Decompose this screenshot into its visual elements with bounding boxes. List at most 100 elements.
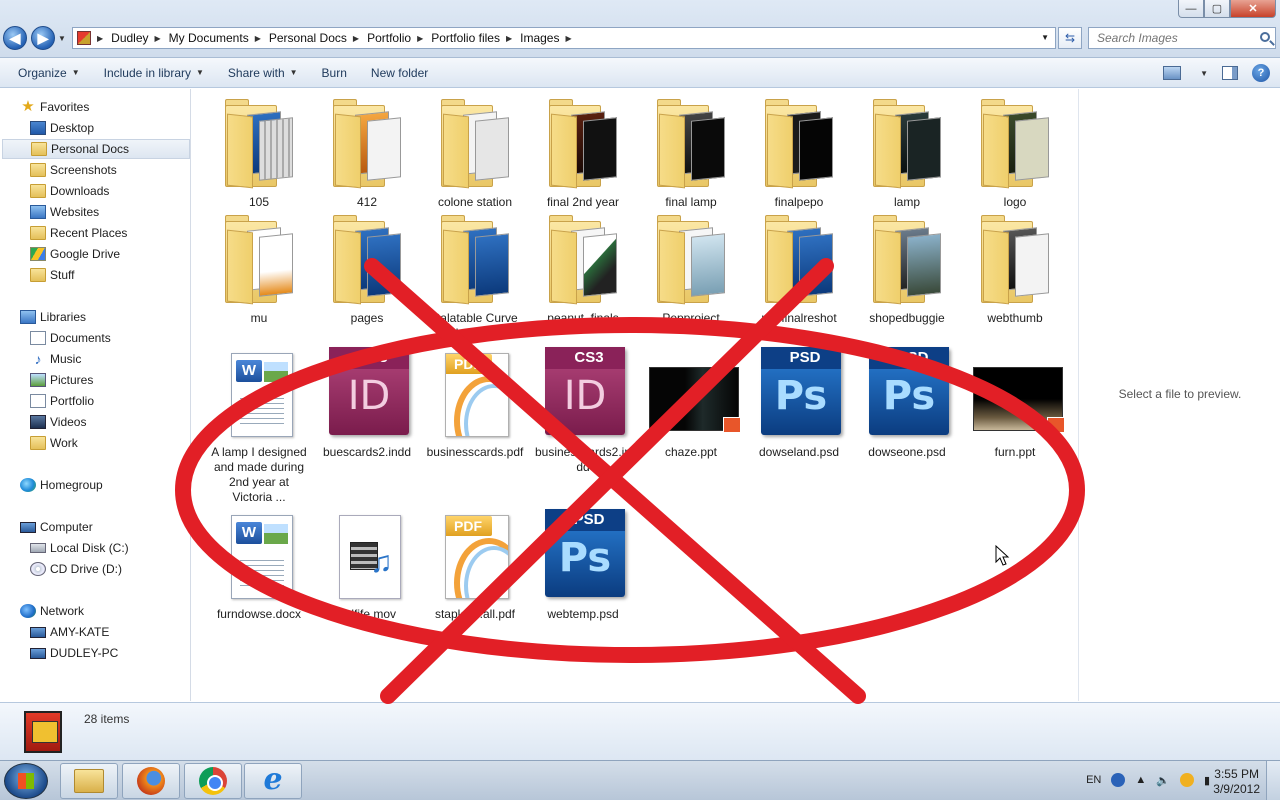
address-dropdown-icon[interactable]: ▼ [1041,33,1049,42]
forward-button[interactable]: ▶ [31,26,55,50]
breadcrumb-portfolio[interactable]: Portfolio ▶ [367,31,431,45]
language-indicator[interactable]: EN [1086,774,1101,786]
file-item[interactable]: PSD Ps webtemp.psd [533,507,633,622]
homegroup-header[interactable]: Homegroup [0,475,190,495]
refresh-button[interactable]: ⇆ [1058,27,1082,49]
folder-item[interactable]: finalpepo [749,95,849,210]
sidebar-item-desktop[interactable]: Desktop [0,118,190,138]
clock[interactable]: 3:55 PM 3/9/2012 [1213,767,1260,797]
maximize-button[interactable]: ▢ [1204,0,1230,18]
recent-pages-dropdown[interactable]: ▼ [58,34,66,43]
network-computer-icon [30,626,46,638]
app-tray-icon[interactable] [1179,773,1194,787]
folder-item[interactable]: 105 [209,95,309,210]
folder-item[interactable]: lamp [857,95,957,210]
folder-item[interactable]: peanut_finals [533,211,633,326]
sidebar-item-pictures[interactable]: Pictures [0,370,190,390]
folder-item[interactable]: final 2nd year [533,95,633,210]
chevron-right-icon[interactable]: ▶ [506,34,512,43]
chevron-right-icon[interactable]: ▶ [565,34,571,43]
tray-overflow-icon[interactable]: ▲ [1135,774,1146,786]
file-item[interactable]: CS3 ID businesscards2.indd [533,345,633,475]
chevron-right-icon[interactable]: ▶ [97,34,103,43]
folder-item[interactable]: mu [209,211,309,326]
search-input[interactable] [1097,31,1247,45]
file-item[interactable]: PDF staples...all.pdf [425,507,525,622]
file-item[interactable]: furn.ppt [965,345,1065,460]
folder-item[interactable]: p... finalreshot [749,211,849,326]
folder-item[interactable]: shopedbuggie [857,211,957,326]
file-item[interactable]: PSD Ps dowseland.psd [749,345,849,460]
folder-item[interactable]: colone station [425,95,525,210]
preview-pane-icon[interactable] [1222,66,1238,80]
sidebar-item-videos[interactable]: Videos [0,412,190,432]
file-item[interactable]: ♫ halfife.mov [317,507,417,622]
file-item[interactable]: PDF businesscards.pdf [425,345,525,460]
file-item[interactable]: CS3 ID buescards2.indd [317,345,417,460]
folder-item[interactable]: webthumb [965,211,1065,326]
show-desktop-button[interactable] [1266,761,1280,800]
file-item[interactable]: W furndowse.docx [209,507,309,622]
folder-item[interactable]: Pepproject [641,211,741,326]
taskbar-firefox-button[interactable] [122,763,180,799]
signal-bars-icon[interactable]: ▮ [1204,774,1210,787]
breadcrumb-portfolio-files[interactable]: Portfolio files ▶ [431,31,520,45]
sidebar-item-recent-places[interactable]: Recent Places [0,223,190,243]
taskbar-ie-button[interactable]: e [244,763,302,799]
folder-item[interactable]: 412 [317,95,417,210]
sidebar-item-work[interactable]: Work [0,433,190,453]
sidebar-item-downloads[interactable]: Downloads [0,181,190,201]
file-item[interactable]: chaze.ppt [641,345,741,460]
breadcrumb-personal-docs[interactable]: Personal Docs ▶ [269,31,367,45]
sidebar-item-personal-docs[interactable]: Personal Docs [2,139,190,159]
start-button[interactable] [4,763,48,799]
sidebar-item-cd-drive[interactable]: CD Drive (D:) [0,559,190,579]
chevron-right-icon[interactable]: ▶ [155,34,161,43]
include-in-library-menu[interactable]: Include in library ▼ [92,66,216,80]
breadcrumb-images[interactable]: Images ▶ [520,31,580,45]
chevron-right-icon[interactable]: ▶ [353,34,359,43]
sidebar-item-documents[interactable]: Documents [0,328,190,348]
sidebar-item-local-disk[interactable]: Local Disk (C:) [0,538,190,558]
sidebar-item-stuff[interactable]: Stuff [0,265,190,285]
folder-item[interactable]: Palatable Curve Images [425,211,525,341]
view-options-dropdown-icon[interactable]: ▼ [1200,69,1208,78]
file-item[interactable]: PSD Ps dowseone.psd [857,345,957,460]
sidebar-item-amy-kate[interactable]: AMY-KATE [0,622,190,642]
search-icon[interactable] [1260,32,1270,42]
address-bar[interactable]: ▶ Dudley ▶ My Documents ▶ Personal Docs ▶ P… [72,27,1056,49]
new-folder-button[interactable]: New folder [359,66,440,80]
sidebar-item-screenshots[interactable]: Screenshots [0,160,190,180]
help-icon[interactable]: ? [1252,64,1270,82]
libraries-header[interactable]: Libraries [0,307,190,327]
burn-button[interactable]: Burn [310,66,359,80]
folder-item[interactable]: logo [965,95,1065,210]
sidebar-item-websites[interactable]: Websites [0,202,190,222]
network-header[interactable]: Network [0,601,190,621]
sidebar-item-music[interactable]: ♪ Music [0,349,190,369]
chevron-right-icon[interactable]: ▶ [255,34,261,43]
folder-icon [30,163,46,177]
help-tray-icon[interactable] [1111,773,1126,787]
computer-header[interactable]: Computer [0,517,190,537]
folder-item[interactable]: pages [317,211,417,326]
minimize-button[interactable]: — [1178,0,1204,18]
organize-menu[interactable]: Organize ▼ [0,66,92,80]
chevron-right-icon[interactable]: ▶ [417,34,423,43]
speaker-icon[interactable]: 🔈 [1156,774,1170,787]
file-item[interactable]: W A lamp I designed and made during 2nd … [209,345,309,505]
search-box[interactable] [1088,27,1276,49]
share-with-menu[interactable]: Share with ▼ [216,66,310,80]
change-view-icon[interactable] [1163,66,1182,80]
breadcrumb-dudley[interactable]: Dudley ▶ [111,31,169,45]
taskbar-chrome-button[interactable] [184,763,242,799]
close-button[interactable]: ✕ [1230,0,1276,18]
taskbar-explorer-button[interactable] [60,763,118,799]
folder-item[interactable]: final lamp [641,95,741,210]
sidebar-item-google-drive[interactable]: Google Drive [0,244,190,264]
sidebar-item-portfolio[interactable]: Portfolio [0,391,190,411]
favorites-header[interactable]: ★ Favorites [0,97,190,117]
sidebar-item-dudley-pc[interactable]: DUDLEY-PC [0,643,190,663]
back-button[interactable]: ◀ [3,26,27,50]
breadcrumb-my-documents[interactable]: My Documents ▶ [169,31,269,45]
